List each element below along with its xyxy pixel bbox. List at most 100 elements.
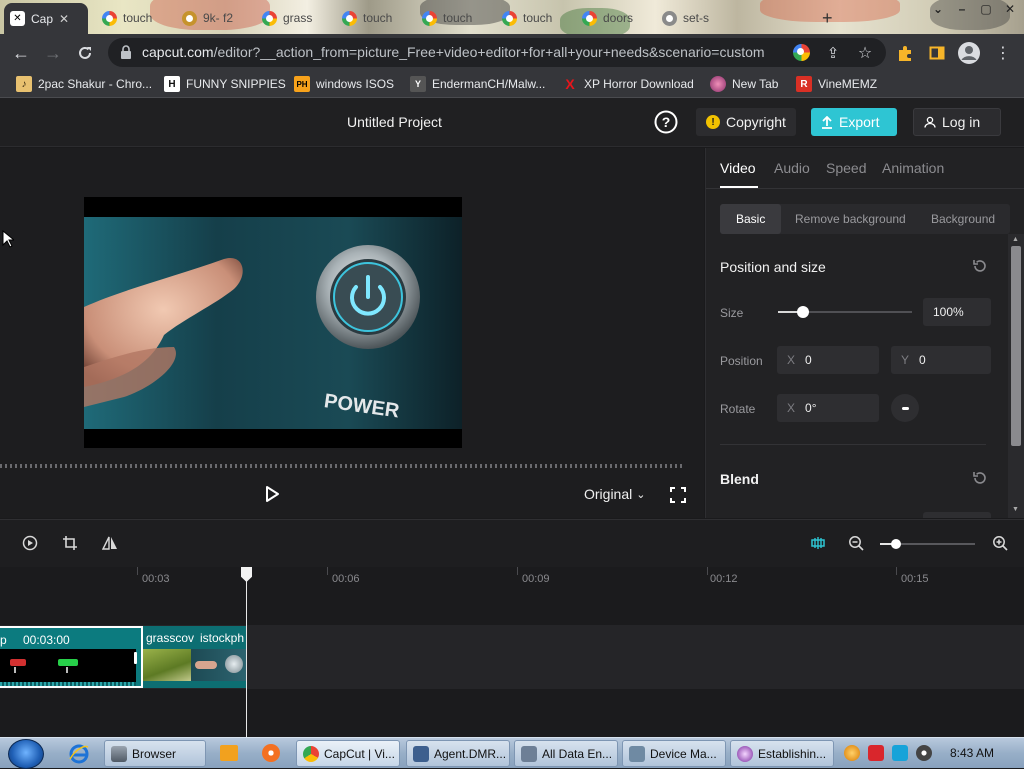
start-button[interactable] — [8, 739, 44, 769]
h-logo-icon: H — [164, 76, 180, 92]
clip-trim-handle[interactable] — [134, 652, 137, 664]
size-slider[interactable] — [778, 306, 912, 318]
scroll-down-icon[interactable]: ▼ — [1012, 506, 1019, 513]
tray-network-icon[interactable] — [892, 745, 908, 761]
taskbar-clock[interactable]: 8:43 AM — [950, 746, 994, 760]
zoom-slider-thumb[interactable] — [891, 539, 902, 549]
help-icon[interactable]: ? — [654, 110, 678, 134]
rotate-input[interactable]: X 0° — [777, 394, 879, 422]
reset-icon[interactable] — [972, 258, 988, 274]
position-label: Position — [720, 354, 763, 368]
zoom-in-icon[interactable] — [992, 535, 1008, 551]
tray-volume-icon[interactable] — [916, 745, 932, 761]
upload-icon — [821, 115, 833, 129]
position-y-input[interactable]: Y 0 — [891, 346, 991, 374]
replace-icon[interactable] — [22, 535, 38, 551]
tab-audio[interactable]: Audio — [774, 160, 810, 176]
address-bar[interactable]: capcut.com/editor?__action_from=picture_… — [108, 38, 886, 67]
tab-grass[interactable]: grass — [256, 5, 332, 31]
tab-label: touch — [443, 11, 473, 25]
timeline-clip-selected[interactable]: p 00:03:00 — [0, 626, 143, 688]
profile-avatar-icon[interactable] — [958, 42, 980, 64]
size-input[interactable]: 100% — [923, 298, 991, 326]
play-icon[interactable] — [262, 484, 282, 504]
tab-search-icon[interactable]: ⌄ — [926, 0, 950, 18]
taskbar-item-browser[interactable]: Browser — [104, 740, 206, 767]
globe-icon — [710, 76, 726, 92]
internet-explorer-icon[interactable] — [68, 743, 90, 765]
reload-icon[interactable] — [74, 42, 96, 64]
reset-icon[interactable] — [972, 470, 988, 486]
bookmark-funny-snippies[interactable]: H FUNNY SNIPPIES — [164, 76, 286, 92]
share-icon[interactable]: ⇪ — [822, 42, 844, 64]
tab-touch-1[interactable]: touch — [96, 5, 170, 31]
copyright-button[interactable]: ! Copyright — [696, 108, 796, 136]
side-panel-icon[interactable] — [926, 42, 948, 64]
timeline-ruler[interactable]: 00:03 00:06 00:09 00:12 00:15 — [0, 567, 1024, 591]
size-slider-thumb[interactable] — [797, 306, 810, 318]
rotate-dial[interactable] — [891, 394, 919, 422]
ruler-tick — [517, 567, 518, 575]
extensions-icon[interactable] — [894, 42, 916, 64]
taskbar-item-device-manager[interactable]: Device Ma... — [622, 740, 726, 767]
scrollbar-thumb[interactable] — [1011, 246, 1021, 446]
login-button[interactable]: Log in — [913, 108, 1001, 136]
tab-touch-3[interactable]: touch — [416, 5, 492, 31]
panel-scrollbar[interactable]: ▲ ▼ — [1008, 234, 1024, 518]
tab-speed[interactable]: Speed — [826, 160, 866, 176]
tab-doors[interactable]: doors — [576, 5, 652, 31]
tray-search-icon[interactable] — [844, 745, 860, 761]
bookmark-windows-isos[interactable]: PH windows ISOS — [294, 76, 394, 92]
back-icon[interactable]: ← — [10, 42, 32, 64]
zoom-slider[interactable] — [880, 539, 975, 549]
project-title[interactable]: Untitled Project — [347, 114, 442, 130]
mirror-icon[interactable] — [102, 535, 118, 551]
taskbar-item-agent[interactable]: Agent.DMR... — [406, 740, 510, 767]
pinned-app-icon[interactable] — [262, 744, 280, 762]
tab-set[interactable]: set-s — [656, 5, 732, 31]
subtab-background[interactable]: Background — [931, 212, 995, 226]
media-player-icon[interactable] — [220, 745, 238, 761]
crop-icon[interactable] — [62, 535, 78, 551]
tab-touch-4[interactable]: touch — [496, 5, 572, 31]
scroll-up-icon[interactable]: ▲ — [1012, 236, 1019, 243]
forward-icon[interactable]: → — [42, 42, 64, 64]
subtab-basic[interactable]: Basic — [720, 204, 782, 234]
editor-header: Untitled Project ? ! Copyright Export Lo… — [0, 98, 1024, 147]
bookmark-endermanch[interactable]: Y EndermanCH/Malw... — [410, 76, 545, 92]
aspect-ratio-select[interactable]: Original ⌄ — [584, 486, 645, 502]
new-tab-button[interactable]: + — [816, 5, 840, 31]
google-lens-icon[interactable] — [790, 41, 812, 63]
chrome-menu-icon[interactable]: ⋮ — [992, 42, 1014, 64]
position-x-input[interactable]: X 0 — [777, 346, 879, 374]
taskbar-item-establishing[interactable]: Establishin... — [730, 740, 834, 767]
preview-scrubber[interactable] — [0, 464, 684, 468]
ruler-label: 00:06 — [332, 573, 360, 585]
taskbar-item-capcut[interactable]: CapCut | Vi... — [296, 740, 400, 767]
tab-9k[interactable]: 9k- f2 — [176, 5, 252, 31]
fullscreen-icon[interactable] — [670, 487, 686, 503]
close-window-icon[interactable]: ✕ — [998, 0, 1022, 18]
youtube-icon: Y — [410, 76, 426, 92]
minimize-icon[interactable]: – — [950, 0, 974, 18]
tab-touch-2[interactable]: touch — [336, 5, 412, 31]
taskbar-item-all-data[interactable]: All Data En... — [514, 740, 618, 767]
subtab-remove-background[interactable]: Remove background — [795, 212, 906, 226]
tray-flag-icon[interactable] — [868, 745, 884, 761]
video-preview[interactable]: POWER — [84, 197, 462, 448]
tab-video[interactable]: Video — [720, 160, 756, 176]
tab-capcut[interactable]: ✕ Cap ✕ — [4, 3, 88, 34]
bookmark-vinememz[interactable]: R VineMEMZ — [796, 76, 877, 92]
playhead[interactable] — [246, 567, 247, 737]
zoom-out-icon[interactable] — [848, 535, 864, 551]
tab-animation[interactable]: Animation — [882, 160, 944, 176]
timeline-clip[interactable]: grasscov istockph — [143, 626, 247, 688]
export-button[interactable]: Export — [811, 108, 897, 136]
close-tab-icon[interactable]: ✕ — [59, 12, 69, 26]
magnet-snap-icon[interactable] — [810, 535, 826, 551]
bookmark-xp-horror[interactable]: X XP Horror Download — [562, 76, 694, 92]
bookmark-star-icon[interactable]: ☆ — [854, 42, 876, 64]
maximize-icon[interactable]: ▢ — [974, 0, 998, 18]
bookmark-2pac[interactable]: ♪ 2pac Shakur - Chro... — [16, 76, 152, 92]
bookmark-new-tab[interactable]: New Tab — [710, 76, 778, 92]
